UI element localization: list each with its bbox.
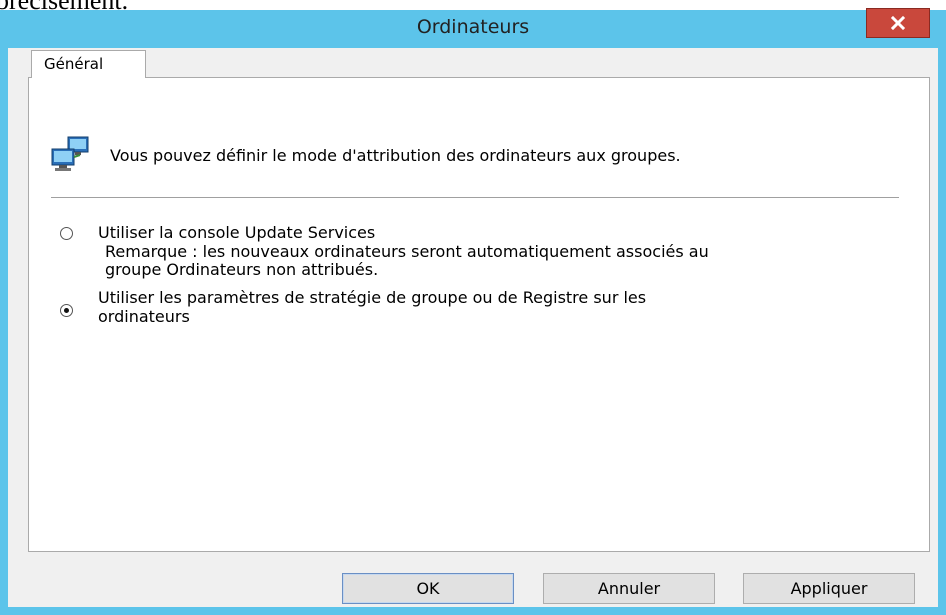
computers-network-icon <box>51 136 89 171</box>
separator <box>51 197 899 198</box>
ok-button[interactable]: OK <box>342 573 514 604</box>
close-button[interactable] <box>866 8 930 38</box>
dialog-client-area: Général Vous pouvez définir le mode d'at… <box>8 48 938 607</box>
radio-update-services-console[interactable] <box>60 227 73 240</box>
option-remark: Remarque : les nouveaux ordinateurs sero… <box>105 243 709 279</box>
remark-line-2: groupe Ordinateurs non attribués. <box>105 260 379 279</box>
intro-text: Vous pouvez définir le mode d'attributio… <box>110 146 681 165</box>
option-group-policy-line-2: ordinateurs <box>98 307 190 326</box>
window-title: Ordinateurs <box>416 16 530 38</box>
option-group-policy-registry-label[interactable]: Utiliser les paramètres de stratégie de … <box>98 288 646 326</box>
tab-panel-general: Vous pouvez définir le mode d'attributio… <box>28 77 930 552</box>
apply-button[interactable]: Appliquer <box>743 573 915 604</box>
cancel-button[interactable]: Annuler <box>543 573 715 604</box>
tab-general[interactable]: Général <box>31 50 146 78</box>
title-bar: Ordinateurs <box>0 8 946 48</box>
ordinateurs-dialog: Ordinateurs Général Vous pouvez définir … <box>0 8 946 615</box>
close-icon <box>891 16 905 30</box>
remark-line-1: Remarque : les nouveaux ordinateurs sero… <box>105 242 709 261</box>
option-group-policy-line-1: Utiliser les paramètres de stratégie de … <box>98 288 647 307</box>
radio-group-policy-registry[interactable] <box>60 304 73 317</box>
option-update-services-console-label[interactable]: Utiliser la console Update Services <box>98 223 375 242</box>
